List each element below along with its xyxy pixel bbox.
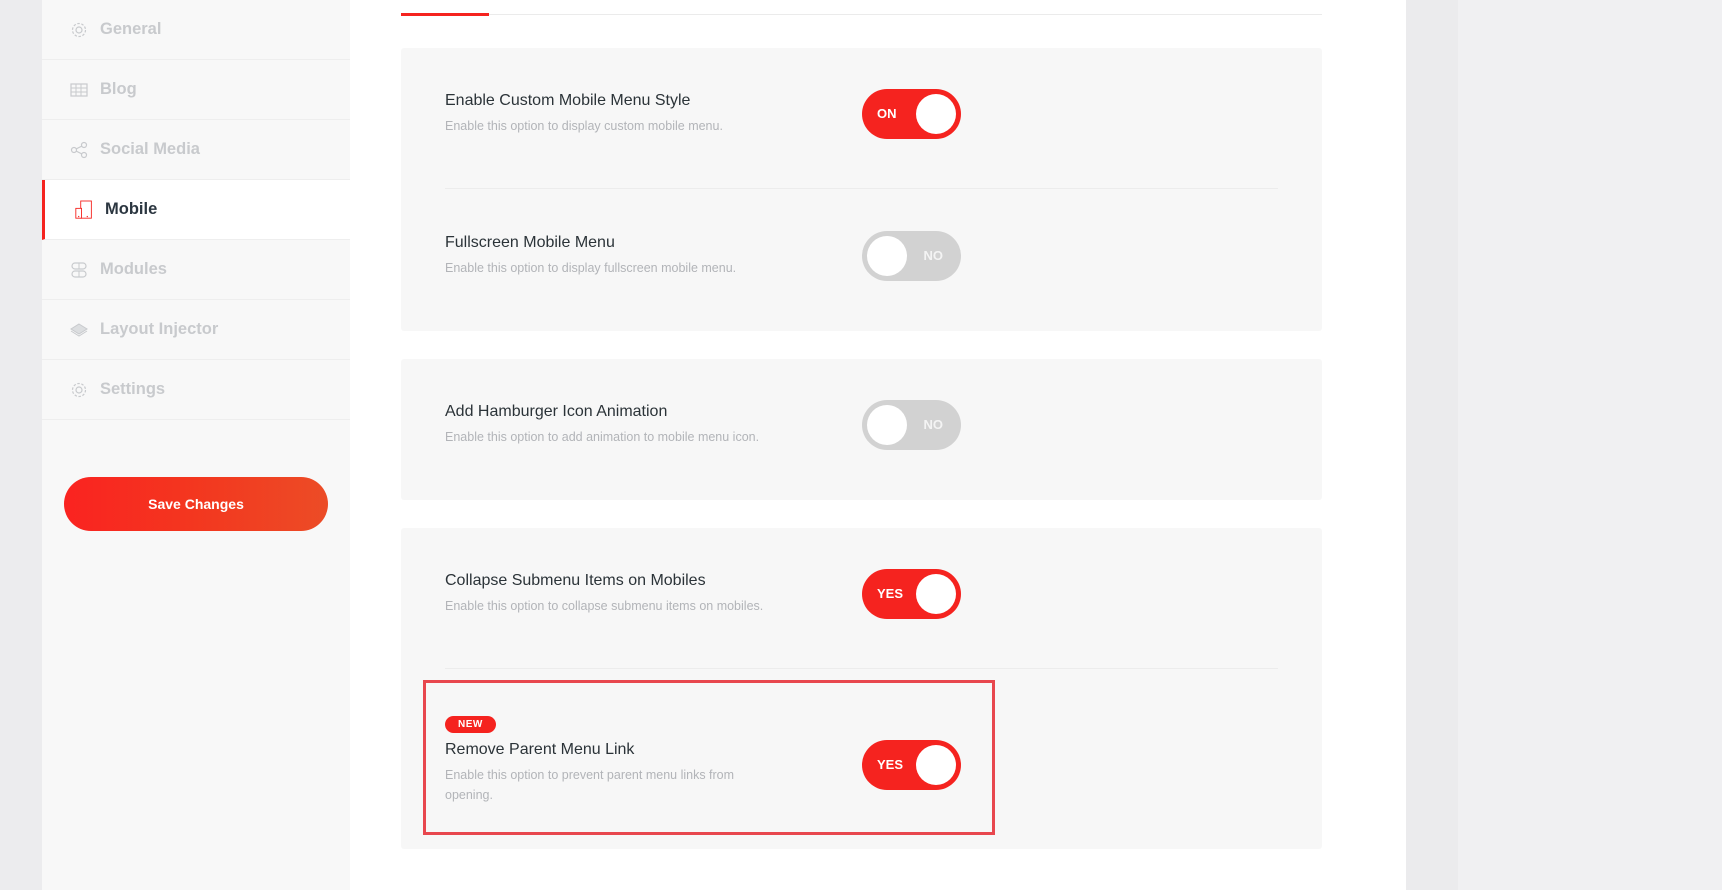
sidebar: General Blog Social Media Mobile Modules… bbox=[42, 0, 350, 890]
toggle-switch[interactable]: ON bbox=[862, 89, 961, 139]
sidebar-item-modules[interactable]: Modules bbox=[42, 240, 350, 300]
divider bbox=[445, 188, 1278, 189]
option-hamburger-icon-animation: Add Hamburger Icon Animation Enable this… bbox=[445, 400, 1278, 450]
option-description: Enable this option to collapse submenu i… bbox=[445, 599, 764, 613]
active-tab-indicator[interactable] bbox=[401, 13, 489, 16]
sidebar-item-label: General bbox=[100, 20, 162, 38]
toggle-knob bbox=[867, 236, 907, 276]
option-description: Enable this option to add animation to m… bbox=[445, 430, 760, 444]
option-description: Enable this option to display fullscreen… bbox=[445, 261, 737, 275]
page-gutter-right bbox=[1406, 0, 1458, 890]
divider bbox=[445, 668, 1278, 669]
option-collapse-submenu-items: Collapse Submenu Items on Mobiles Enable… bbox=[445, 569, 1278, 619]
share-icon bbox=[70, 141, 88, 159]
option-title: Add Hamburger Icon Animation bbox=[445, 403, 668, 420]
sidebar-item-mobile[interactable]: Mobile bbox=[42, 180, 350, 240]
modules-icon bbox=[70, 261, 88, 279]
blog-grid-icon bbox=[70, 81, 88, 99]
toggle-state-label: ON bbox=[877, 106, 897, 121]
mobile-tablet-icon bbox=[75, 200, 93, 219]
sidebar-item-general[interactable]: General bbox=[42, 0, 350, 60]
toggle-switch[interactable]: NO bbox=[862, 400, 961, 450]
toggle-knob bbox=[867, 405, 907, 445]
option-title: Collapse Submenu Items on Mobiles bbox=[445, 572, 706, 589]
toggle-knob bbox=[916, 94, 956, 134]
sidebar-item-label: Modules bbox=[100, 260, 167, 278]
sidebar-item-label: Settings bbox=[100, 380, 166, 398]
sidebar-item-label: Blog bbox=[100, 80, 137, 98]
toggle-switch[interactable]: YES bbox=[862, 569, 961, 619]
highlight-annotation-box bbox=[423, 680, 995, 835]
option-description: Enable this option to display custom mob… bbox=[445, 119, 723, 133]
gear-icon bbox=[70, 381, 88, 399]
settings-card: Add Hamburger Icon Animation Enable this… bbox=[401, 359, 1322, 500]
sidebar-item-label: Mobile bbox=[105, 200, 158, 218]
sidebar-item-social-media[interactable]: Social Media bbox=[42, 120, 350, 180]
gear-icon bbox=[70, 21, 88, 39]
toggle-state-label: YES bbox=[877, 586, 904, 601]
layers-icon bbox=[70, 321, 88, 339]
toggle-state-label: NO bbox=[923, 417, 944, 432]
save-changes-button[interactable]: Save Changes bbox=[64, 477, 328, 531]
option-custom-mobile-menu-style: Enable Custom Mobile Menu Style Enable t… bbox=[445, 89, 1278, 139]
option-title: Fullscreen Mobile Menu bbox=[445, 234, 615, 251]
sidebar-item-label: Layout Injector bbox=[100, 320, 219, 338]
tabs-divider bbox=[401, 14, 1322, 15]
sidebar-item-layout-injector[interactable]: Layout Injector bbox=[42, 300, 350, 360]
toggle-state-label: NO bbox=[923, 248, 944, 263]
toggle-switch[interactable]: NO bbox=[862, 231, 961, 281]
sidebar-item-label: Social Media bbox=[100, 140, 200, 158]
page-gutter bbox=[0, 0, 42, 890]
option-fullscreen-mobile-menu: Fullscreen Mobile Menu Enable this optio… bbox=[445, 231, 1278, 281]
sidebar-item-blog[interactable]: Blog bbox=[42, 60, 350, 120]
option-title: Enable Custom Mobile Menu Style bbox=[445, 92, 691, 109]
sidebar-item-settings[interactable]: Settings bbox=[42, 360, 350, 420]
toggle-knob bbox=[916, 574, 956, 614]
settings-card: Enable Custom Mobile Menu Style Enable t… bbox=[401, 48, 1322, 331]
